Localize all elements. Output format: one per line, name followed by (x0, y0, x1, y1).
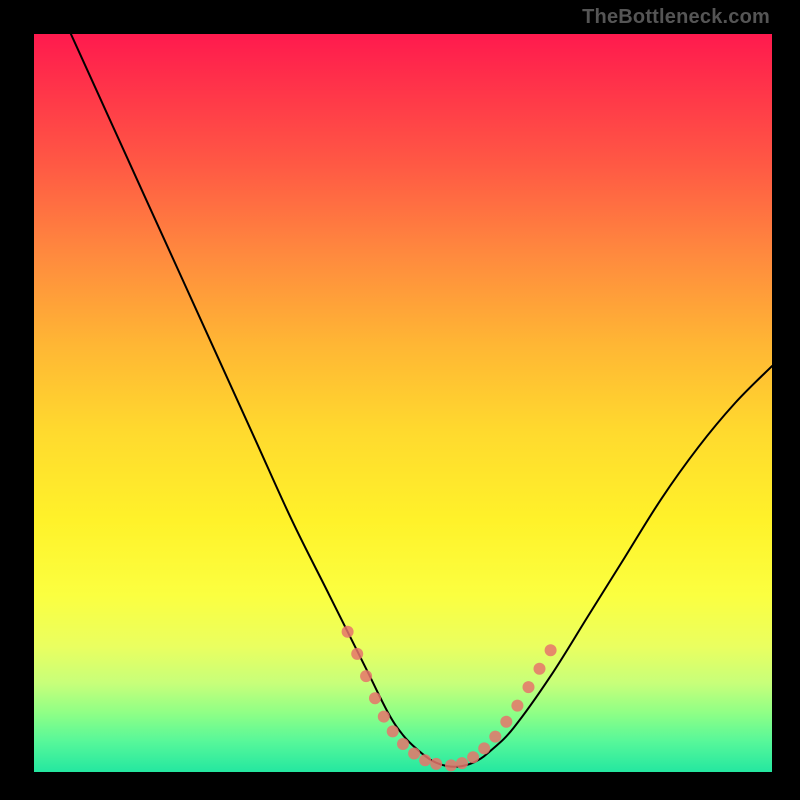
curve-layer (34, 34, 772, 772)
curve-marker (445, 759, 457, 771)
curve-marker (430, 758, 442, 770)
curve-marker (369, 692, 381, 704)
curve-marker (523, 681, 535, 693)
chart-outer-frame: TheBottleneck.com (0, 0, 800, 800)
curve-marker (397, 738, 409, 750)
curve-marker (351, 648, 363, 660)
plot-area (34, 34, 772, 772)
curve-marker (408, 748, 420, 760)
curve-marker (500, 716, 512, 728)
bottleneck-curve (71, 34, 772, 767)
curve-marker (387, 725, 399, 737)
curve-marker (467, 751, 479, 763)
curve-marker (342, 626, 354, 638)
attribution-text: TheBottleneck.com (582, 6, 770, 29)
curve-marker (534, 663, 546, 675)
curve-marker (478, 742, 490, 754)
curve-marker (360, 670, 372, 682)
curve-marker (511, 700, 523, 712)
curve-marker (456, 757, 468, 769)
curve-marker (378, 711, 390, 723)
marker-group (342, 626, 557, 772)
curve-marker (489, 731, 501, 743)
curve-marker (419, 754, 431, 766)
curve-marker (545, 644, 557, 656)
